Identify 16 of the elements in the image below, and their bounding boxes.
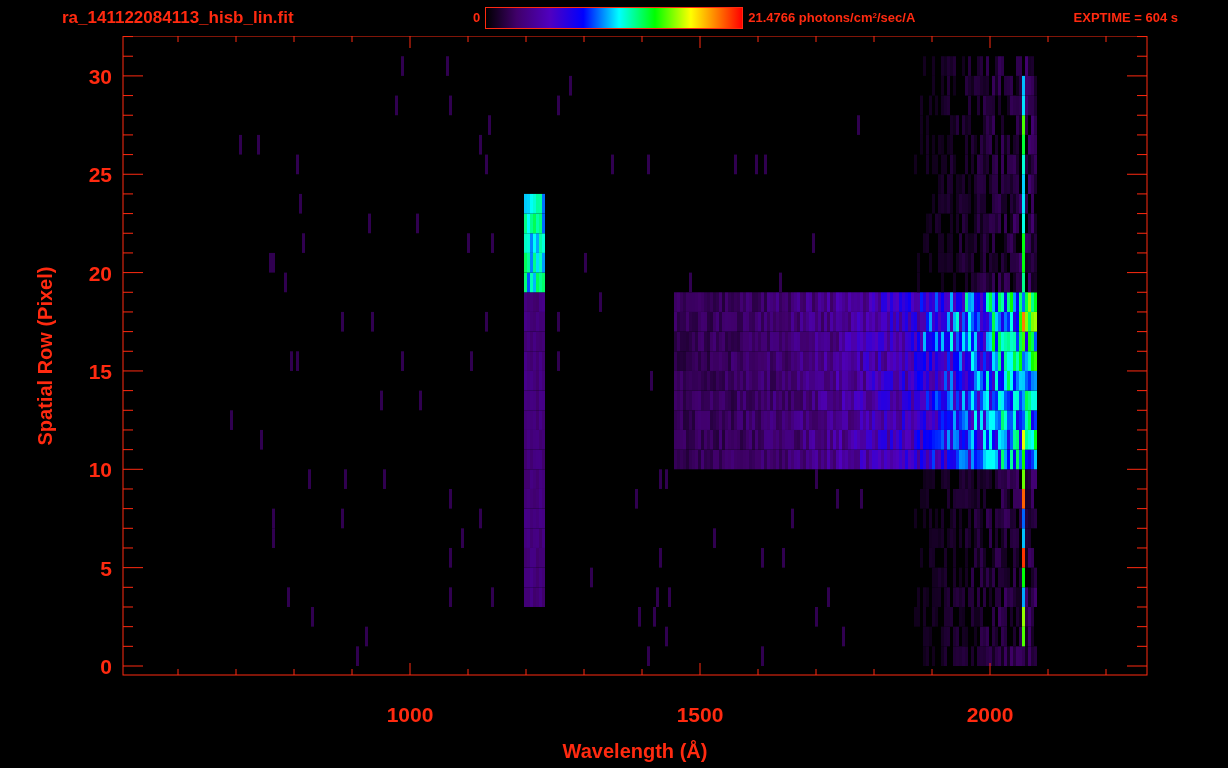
y-tick-label: 5 bbox=[100, 556, 112, 580]
x-tick-label: 2000 bbox=[966, 703, 1014, 726]
exposure-time: EXPTIME = 604 s bbox=[1073, 9, 1178, 28]
file-title: ra_141122084113_hisb_lin.fit bbox=[62, 7, 295, 30]
x-tick-label: 1500 bbox=[676, 703, 724, 726]
x-axis-label: Wavelength (Å) bbox=[562, 740, 708, 762]
y-tick-label: 0 bbox=[100, 655, 112, 678]
x-tick-label: 1000 bbox=[386, 703, 434, 726]
y-axis-label: Spatial Row (Pixel) bbox=[34, 266, 56, 446]
colorbar-min-label: 0 bbox=[473, 9, 481, 28]
colorbar-max-label: 21.4766 photons/cm$^{2}$/sec/A bbox=[748, 9, 916, 28]
y-tick-label: 10 bbox=[88, 458, 112, 482]
y-tick-label: 20 bbox=[88, 261, 112, 285]
y-tick-label: 25 bbox=[88, 163, 112, 187]
y-tick-label: 30 bbox=[88, 64, 112, 88]
y-tick-label: 15 bbox=[88, 359, 112, 383]
